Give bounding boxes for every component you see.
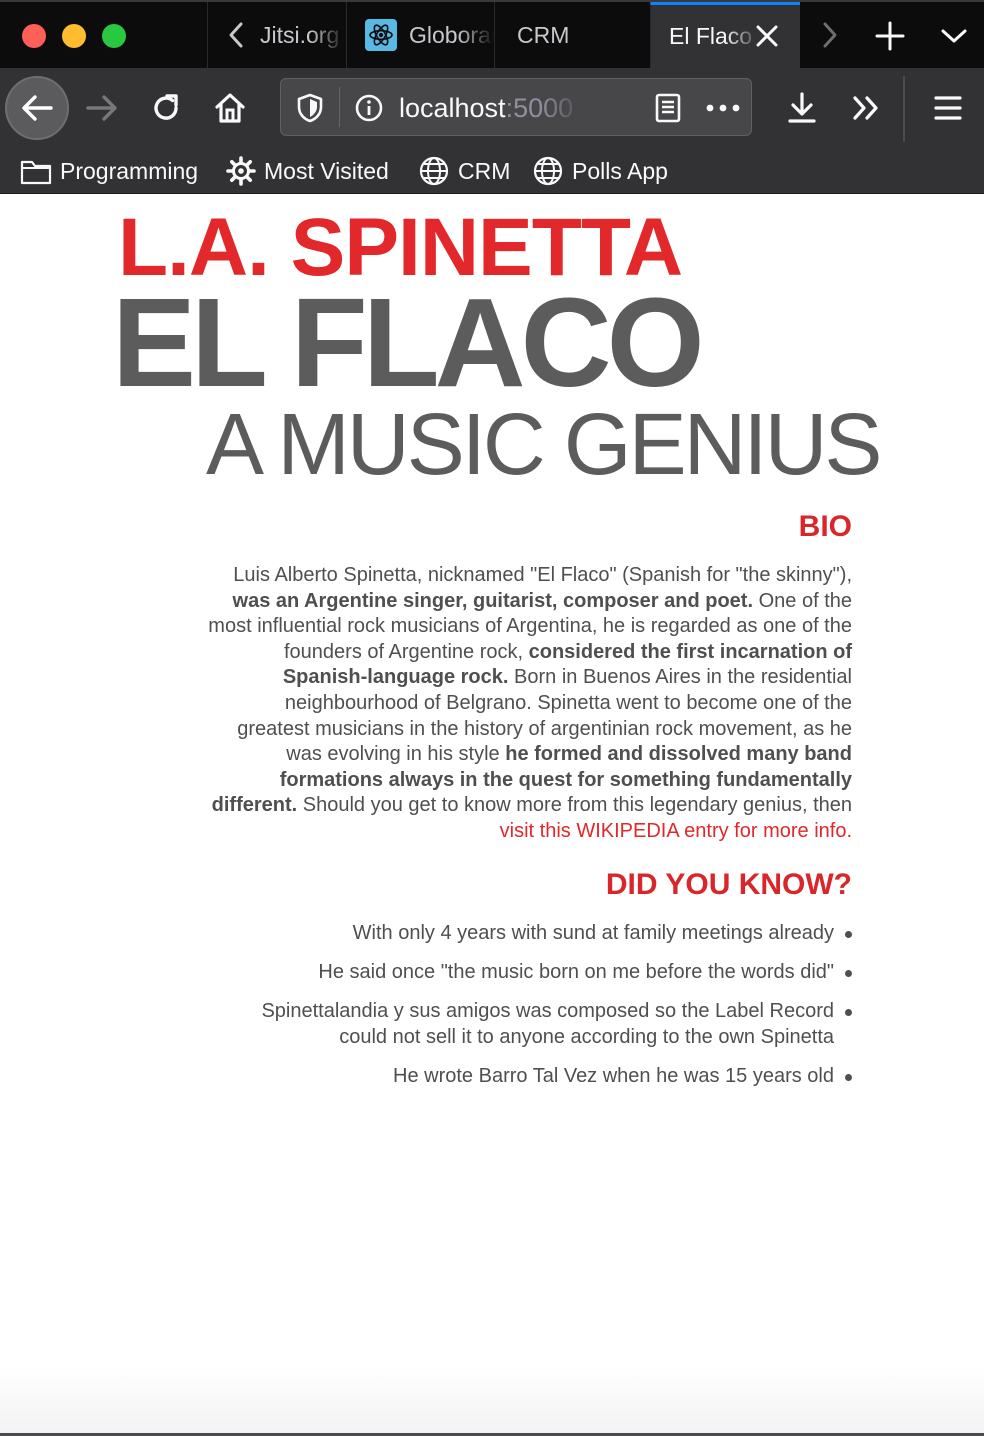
bookmark-programming[interactable]: Programming: [20, 154, 198, 188]
list-all-tabs-button[interactable]: [932, 18, 976, 54]
home-button[interactable]: [200, 78, 260, 138]
globe-icon: [419, 156, 449, 186]
page-actions-button[interactable]: [701, 91, 745, 125]
fact-item: Spinettalandia y sus amigos was composed…: [208, 999, 852, 1050]
back-button[interactable]: [5, 76, 69, 140]
tab-globorama[interactable]: Globorama: [346, 2, 494, 68]
chevron-down-icon: [941, 29, 967, 43]
reader-view-button[interactable]: [651, 91, 685, 125]
react-icon: [365, 19, 397, 51]
fact-item: He wrote Barro Tal Vez when he was 15 ye…: [208, 1064, 852, 1090]
hamburger-menu-icon: [934, 96, 962, 120]
more-tools-button[interactable]: [836, 78, 896, 138]
folder-icon: [20, 160, 52, 185]
reload-button[interactable]: [136, 78, 196, 138]
home-icon: [215, 93, 245, 123]
more-dots-icon: [706, 104, 740, 112]
reload-icon: [154, 94, 178, 120]
bookmark-most-visited[interactable]: Most Visited: [226, 154, 389, 188]
close-window-button[interactable]: [22, 24, 46, 48]
forward-button[interactable]: [72, 78, 132, 138]
minimize-window-button[interactable]: [62, 24, 86, 48]
fact-item: He said once "the music born on me befor…: [208, 960, 852, 986]
bullet-icon: [845, 969, 852, 977]
bullet-icon: [845, 931, 852, 938]
tab-jitsi[interactable]: Jitsi.org: [258, 2, 346, 68]
tracking-protection-button[interactable]: [293, 91, 327, 125]
bookmark-crm[interactable]: CRM: [418, 154, 510, 188]
tab-crm[interactable]: CRM: [494, 2, 650, 68]
bookmark-label: Most Visited: [264, 157, 389, 184]
reader-view-icon: [655, 93, 681, 123]
tab-label: CRM: [517, 21, 570, 48]
maximize-window-button[interactable]: [102, 24, 126, 48]
bio-paragraph: Luis Alberto Spinetta, nicknamed "El Fla…: [208, 563, 852, 845]
page-content: L.A. SPINETTA EL FLACO A MUSIC GENIUS BI…: [0, 195, 984, 1436]
url-text[interactable]: localhost:5000: [399, 92, 585, 124]
double-chevron-right-icon: [853, 96, 878, 120]
did-you-know-title: DID YOU KNOW?: [605, 868, 852, 901]
fact-item: With only 4 years with sund at family me…: [208, 921, 852, 947]
bookmarks-toolbar: Programming Most Visited CRM Polls App: [0, 148, 984, 194]
fact-text: He said once "the music born on me befor…: [318, 960, 834, 983]
bookmark-label: Polls App: [572, 157, 668, 184]
close-tab-icon[interactable]: [754, 23, 780, 49]
scroll-tabs-right-button[interactable]: [800, 2, 860, 68]
bio-text: Should you get to know more from this le…: [302, 794, 852, 817]
new-tab-button[interactable]: [866, 18, 914, 54]
wikipedia-link[interactable]: visit this WIKIPEDIA entry for more info…: [500, 820, 852, 842]
url-bar[interactable]: localhost:5000: [280, 78, 752, 136]
tagline-heading: A MUSIC GENIUS: [206, 396, 882, 493]
facts-list: With only 4 years with sund at family me…: [208, 921, 852, 1103]
bookmark-label: Programming: [60, 157, 199, 184]
bio-bold-text: was an Argentine singer, guitarist, comp…: [232, 589, 754, 612]
app-menu-button[interactable]: [918, 78, 978, 138]
url-host: localhost: [399, 93, 506, 123]
downloads-button[interactable]: [772, 78, 832, 138]
plus-icon: [875, 21, 905, 51]
gear-icon: [226, 156, 256, 186]
fact-text: With only 4 years with sund at family me…: [352, 922, 834, 944]
globe-icon: [533, 156, 563, 186]
nickname-heading: EL FLACO: [112, 272, 705, 413]
scroll-tabs-left-button[interactable]: [207, 2, 263, 68]
fact-text: Spinettalandia y sus amigos was composed…: [261, 999, 834, 1048]
chevron-right-icon: [823, 22, 837, 48]
info-icon: [355, 94, 383, 122]
arrow-left-icon: [22, 95, 53, 121]
arrow-right-icon: [86, 95, 117, 121]
tab-el-flaco[interactable]: El Flaco: [650, 2, 800, 68]
bio-title: BIO: [798, 510, 852, 543]
tab-bar: Jitsi.org Globorama CRM El Flaco: [0, 0, 984, 68]
bullet-icon: [845, 1073, 852, 1081]
fact-text: He wrote Barro Tal Vez when he was 15 ye…: [393, 1064, 834, 1087]
navigation-toolbar: localhost:5000: [0, 68, 984, 148]
bookmark-label: CRM: [458, 157, 511, 184]
bookmark-polls-app[interactable]: Polls App: [532, 154, 668, 188]
bullet-icon: [845, 1008, 852, 1016]
chevron-left-icon: [229, 22, 242, 48]
download-icon: [788, 92, 816, 123]
site-info-button[interactable]: [353, 92, 385, 124]
bio-text: Luis Alberto Spinetta, nicknamed "El Fla…: [233, 564, 852, 586]
shield-icon: [297, 93, 323, 123]
